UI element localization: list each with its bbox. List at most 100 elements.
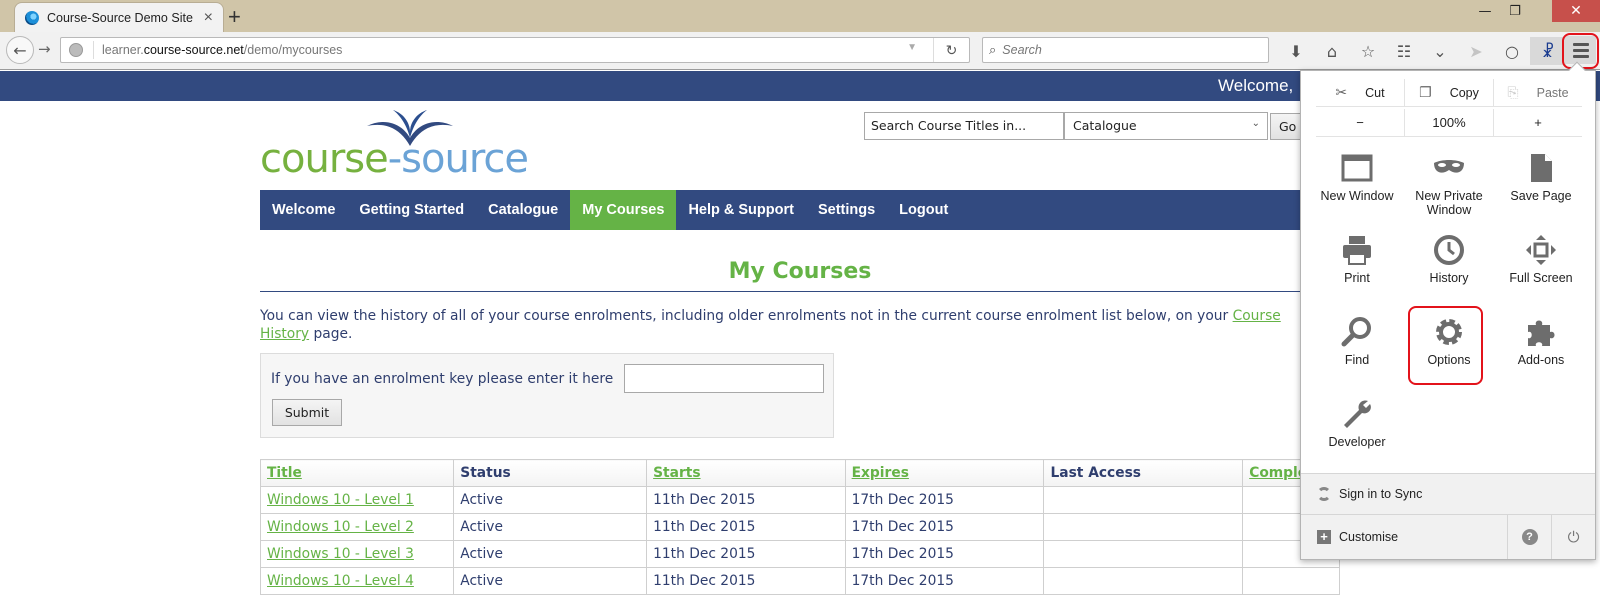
history-clock-icon bbox=[1434, 235, 1464, 265]
enrolment-key-input[interactable] bbox=[624, 364, 824, 393]
window-minimize-button[interactable]: — bbox=[1470, 0, 1500, 22]
nav-help-support[interactable]: Help & Support bbox=[676, 190, 806, 230]
menu-addons[interactable]: Add-ons bbox=[1495, 313, 1587, 395]
help-button[interactable]: ? bbox=[1507, 515, 1551, 559]
tab-close-icon[interactable]: × bbox=[204, 9, 213, 27]
url-path: /demo/mycourses bbox=[243, 43, 343, 57]
panel-footer: + Customise ? ⏻ bbox=[1301, 514, 1595, 559]
reload-icon: ↻ bbox=[945, 41, 958, 58]
table-row: Windows 10 - Level 1 Active 11th Dec 201… bbox=[259, 486, 1340, 514]
nav-welcome[interactable]: Welcome bbox=[260, 190, 347, 230]
options-gear-icon bbox=[1436, 319, 1462, 345]
menu-new-private-window[interactable]: New Private Window bbox=[1403, 149, 1495, 231]
starts-cell: 11th Dec 2015 bbox=[646, 540, 846, 568]
new-tab-button[interactable]: + bbox=[228, 4, 241, 30]
header-expires[interactable]: Expires bbox=[844, 459, 1045, 487]
nav-catalogue[interactable]: Catalogue bbox=[476, 190, 570, 230]
course-link[interactable]: Windows 10 - Level 1 bbox=[267, 492, 414, 508]
menu-history[interactable]: History bbox=[1403, 231, 1495, 313]
expires-cell: 17th Dec 2015 bbox=[844, 567, 1045, 595]
send-icon[interactable]: ➤ bbox=[1458, 37, 1494, 65]
menu-save-page[interactable]: Save Page bbox=[1495, 149, 1587, 231]
download-icon[interactable]: ⬇ bbox=[1278, 37, 1314, 65]
title-divider bbox=[260, 291, 1340, 292]
toolbar-icons: ⬇ ⌂ ☆ ☷ ⌄ ➤ ○ ☧ bbox=[1278, 36, 1566, 66]
expires-cell: 17th Dec 2015 bbox=[844, 513, 1045, 541]
cut-button[interactable]: ✂ Cut bbox=[1316, 79, 1404, 106]
reload-button[interactable]: ↻ bbox=[933, 38, 969, 62]
save-page-icon bbox=[1531, 154, 1552, 182]
menu-print[interactable]: Print bbox=[1311, 231, 1403, 313]
course-title-cell[interactable]: Windows 10 - Level 2 bbox=[259, 513, 455, 541]
status-cell: Active bbox=[453, 486, 648, 514]
nav-getting-started[interactable]: Getting Started bbox=[347, 190, 476, 230]
course-title-cell[interactable]: Windows 10 - Level 3 bbox=[259, 540, 455, 568]
search-scope-select[interactable]: Catalogue ⌄ bbox=[1064, 112, 1268, 140]
expires-cell: 17th Dec 2015 bbox=[844, 486, 1045, 514]
extension-icon[interactable]: ☧ bbox=[1530, 37, 1566, 65]
nav-logout[interactable]: Logout bbox=[887, 190, 960, 230]
course-link[interactable]: Windows 10 - Level 2 bbox=[267, 519, 414, 535]
course-source-logo[interactable]: course-source bbox=[260, 108, 550, 183]
course-title-search-input[interactable]: Search Course Titles in... bbox=[864, 112, 1064, 140]
last-access-cell bbox=[1043, 540, 1244, 568]
chat-icon[interactable]: ○ bbox=[1494, 37, 1530, 65]
site-favicon-icon bbox=[25, 10, 39, 25]
browser-search-input[interactable]: ⌕ Search bbox=[982, 37, 1269, 63]
sign-in-to-sync-button[interactable]: Sign in to Sync bbox=[1301, 473, 1595, 514]
window-close-button[interactable]: ✕ bbox=[1552, 0, 1600, 22]
browser-tab-active[interactable]: Course-Source Demo Site × bbox=[14, 2, 224, 32]
nav-settings[interactable]: Settings bbox=[806, 190, 887, 230]
scissors-icon: ✂ bbox=[1335, 84, 1348, 100]
paste-button[interactable]: ⎘ Paste bbox=[1493, 79, 1582, 106]
help-icon: ? bbox=[1521, 529, 1538, 545]
customise-button[interactable]: + Customise bbox=[1301, 515, 1507, 559]
home-icon[interactable]: ⌂ bbox=[1314, 37, 1350, 65]
course-title-cell[interactable]: Windows 10 - Level 4 bbox=[259, 567, 455, 595]
copy-button[interactable]: ❐ Copy bbox=[1404, 79, 1493, 106]
zoom-in-button[interactable]: + bbox=[1493, 109, 1582, 136]
nav-my-courses[interactable]: My Courses bbox=[570, 190, 677, 230]
tab-title: Course-Source Demo Site bbox=[47, 10, 193, 25]
reading-list-icon[interactable]: ☷ bbox=[1386, 37, 1422, 65]
zoom-out-button[interactable]: − bbox=[1316, 109, 1404, 136]
course-link[interactable]: Windows 10 - Level 4 bbox=[267, 573, 414, 589]
intro-text: You can view the history of all of your … bbox=[260, 308, 1233, 324]
window-maximize-button[interactable]: ❐ bbox=[1500, 0, 1530, 22]
back-button[interactable]: ← bbox=[6, 36, 34, 64]
menu-full-screen[interactable]: Full Screen bbox=[1495, 231, 1587, 313]
menu-new-window[interactable]: New Window bbox=[1311, 149, 1403, 231]
header-status: Status bbox=[453, 459, 648, 487]
page-title: My Courses bbox=[728, 259, 872, 284]
forward-button[interactable]: → bbox=[38, 40, 51, 58]
url-bar[interactable]: learner. course-source.net/demo/mycourses… bbox=[60, 37, 970, 63]
intro-end: page. bbox=[309, 326, 353, 342]
header-title[interactable]: Title bbox=[259, 459, 455, 487]
url-history-dropdown-icon[interactable]: ▼ bbox=[907, 42, 917, 53]
pocket-icon[interactable]: ⌄ bbox=[1422, 37, 1458, 65]
private-mask-icon bbox=[1434, 160, 1464, 173]
search-magnifier-icon: ⌕ bbox=[989, 42, 997, 57]
enrolment-key-form: If you have an enrolment key please ente… bbox=[260, 353, 834, 438]
developer-wrench-icon bbox=[1344, 400, 1371, 428]
bookmark-star-icon[interactable]: ☆ bbox=[1350, 37, 1386, 65]
hamburger-menu-icon[interactable] bbox=[1566, 36, 1596, 64]
menu-options[interactable]: Options bbox=[1403, 313, 1495, 395]
header-last-access: Last Access bbox=[1043, 459, 1244, 487]
quit-button[interactable]: ⏻ bbox=[1551, 515, 1595, 559]
search-placeholder: Search bbox=[1002, 43, 1042, 57]
menu-find[interactable]: Find bbox=[1311, 313, 1403, 395]
menu-developer[interactable]: Developer bbox=[1311, 395, 1403, 477]
expires-cell: 17th Dec 2015 bbox=[844, 540, 1045, 568]
menu-grid: New Window New Private Window Save Page … bbox=[1311, 149, 1587, 477]
logo-wordmark: course-source bbox=[260, 136, 529, 182]
last-access-cell bbox=[1043, 567, 1244, 595]
course-link[interactable]: Windows 10 - Level 3 bbox=[267, 546, 414, 562]
course-title-cell[interactable]: Windows 10 - Level 1 bbox=[259, 486, 455, 514]
last-access-cell bbox=[1043, 513, 1244, 541]
header-starts[interactable]: Starts bbox=[646, 459, 846, 487]
site-identity-globe-icon[interactable] bbox=[69, 43, 83, 57]
submit-button[interactable]: Submit bbox=[272, 399, 342, 426]
status-cell: Active bbox=[453, 540, 648, 568]
zoom-reset-button[interactable]: 100% bbox=[1404, 109, 1493, 136]
